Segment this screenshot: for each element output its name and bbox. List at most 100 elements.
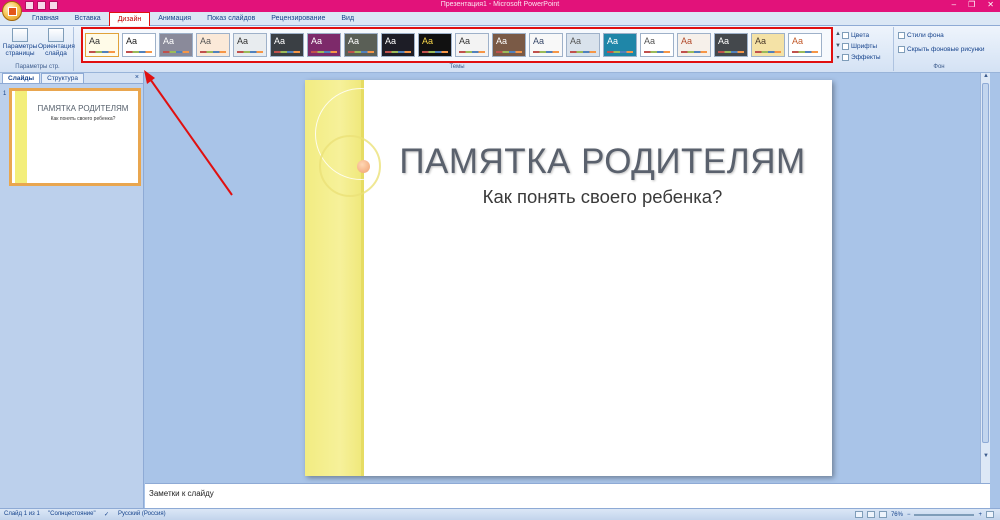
tab-review[interactable]: Рецензирование [263,12,333,26]
theme-aa-label: Aa [200,36,212,46]
theme-thumbnail[interactable]: Aa [196,33,230,57]
theme-color-bar [126,51,152,53]
theme-aa-label: Aa [570,36,582,46]
background-styles-button[interactable]: Стили фона [898,30,985,41]
vertical-scrollbar[interactable]: ▲ ▼ [980,73,990,483]
theme-thumbnail[interactable]: Aa [159,33,193,57]
tab-home[interactable]: Главная [24,12,67,26]
theme-options: Цвета Шрифты Эффекты [842,30,892,63]
slides-pane: Слайды Структура × 1 ПАМЯТКА РОДИТЕЛЯМ К… [0,73,144,508]
theme-color-bar [644,51,670,53]
tab-outline[interactable]: Структура [41,73,84,83]
tab-slides[interactable]: Слайды [2,73,41,83]
slide-orientation-button[interactable]: Ориентация слайда [38,27,75,57]
tab-design[interactable]: Дизайн [108,12,151,26]
pane-close-icon[interactable]: × [135,74,139,81]
theme-aa-label: Aa [237,36,249,46]
spellcheck-icon[interactable]: ✓ [104,511,109,518]
slide-sorter-icon[interactable] [866,511,875,518]
theme-color-bar [89,51,115,53]
theme-fonts-button[interactable]: Шрифты [842,41,892,52]
status-right: 76% − + [854,511,994,518]
slideshow-icon[interactable] [878,511,887,518]
theme-color-bar [237,51,263,53]
normal-view-icon[interactable] [854,511,863,518]
theme-thumbnail[interactable]: Aa [714,33,748,57]
theme-aa-label: Aa [718,36,730,46]
theme-aa-label: Aa [311,36,323,46]
scroll-up-icon[interactable]: ▲ [981,73,991,79]
zoom-slider[interactable] [914,513,975,516]
thumbnail-stripe [15,91,27,183]
hide-background-graphics-checkbox[interactable]: Скрыть фоновые рисунки [898,44,985,55]
tab-animation[interactable]: Анимация [150,12,199,26]
status-language[interactable]: Русский (Россия) [118,511,166,517]
theme-color-bar [311,51,337,53]
theme-effects-button[interactable]: Эффекты [842,52,892,63]
slide-canvas: ПАМЯТКА РОДИТЕЛЯМ Как понять своего ребе… [145,73,990,483]
theme-thumbnail[interactable]: Aa [529,33,563,57]
theme-thumbnail[interactable]: Aa [122,33,156,57]
theme-thumbnail[interactable]: Aa [344,33,378,57]
close-button[interactable]: ✕ [987,0,994,9]
theme-thumbnail[interactable]: Aa [603,33,637,57]
theme-color-bar [496,51,522,53]
theme-color-bar [607,51,633,53]
theme-color-bar [459,51,485,53]
slide[interactable]: ПАМЯТКА РОДИТЕЛЯМ Как понять своего ребе… [305,80,832,476]
theme-thumbnail[interactable]: Aa [677,33,711,57]
theme-aa-label: Aa [422,36,434,46]
theme-thumbnail[interactable]: Aa [233,33,267,57]
theme-thumbnail[interactable]: Aa [85,33,119,57]
themes-group-label: Темы [449,64,465,70]
themes-gallery: Aa Aa Aa Aa Aa Aa Aa Aa Aa Aa Aa Aa Aa Aa Aa Aa Aa Aa Aa Aa [81,27,833,63]
theme-thumbnail[interactable]: Aa [455,33,489,57]
tab-slideshow[interactable]: Показ слайдов [199,12,263,26]
themes-scroll[interactable]: ▲ ▼ ▾ [835,28,841,64]
zoom-level[interactable]: 76% [891,512,903,518]
slide-subtitle[interactable]: Как понять своего ребенка? [373,186,832,208]
theme-color-bar [274,51,300,53]
theme-thumbnail[interactable]: Aa [492,33,526,57]
tab-insert[interactable]: Вставка [67,12,109,26]
decor-dot [357,160,370,173]
theme-thumbnail[interactable]: Aa [751,33,785,57]
theme-thumbnail[interactable]: Aa [566,33,600,57]
office-button[interactable] [2,1,22,21]
theme-thumbnail[interactable]: Aa [640,33,674,57]
theme-thumbnail[interactable]: Aa [788,33,822,57]
title-bar: Презентация1 - Microsoft PowerPoint – ❐ … [0,0,1000,12]
theme-thumbnail[interactable]: Aa [418,33,452,57]
theme-aa-label: Aa [533,36,545,46]
page-setup-button[interactable]: Параметры страницы [2,27,38,57]
zoom-in-icon[interactable]: + [978,512,982,518]
theme-aa-label: Aa [274,36,286,46]
maximize-button[interactable]: ❐ [968,0,975,9]
scroll-thumb[interactable] [982,83,989,443]
theme-aa-label: Aa [755,36,767,46]
theme-thumbnail[interactable]: Aa [270,33,304,57]
notes-area[interactable]: Заметки к слайду [145,483,990,508]
colors-icon [842,32,849,39]
ribbon: Параметры страницы Ориентация слайда Пар… [0,26,1000,73]
theme-aa-label: Aa [126,36,138,46]
tab-view[interactable]: Вид [333,12,362,26]
page-setup-group-label: Параметры стр. [15,64,60,70]
fit-window-icon[interactable] [986,511,994,518]
ribbon-tabs: Главная Вставка Дизайн Анимация Показ сл… [0,12,1000,26]
theme-color-bar [422,51,448,53]
scroll-down-icon[interactable]: ▼ [981,453,991,459]
theme-colors-button[interactable]: Цвета [842,30,892,41]
theme-aa-label: Aa [681,36,693,46]
minimize-button[interactable]: – [952,0,956,9]
slide-title[interactable]: ПАМЯТКА РОДИТЕЛЯМ [373,142,832,182]
theme-thumbnail[interactable]: Aa [381,33,415,57]
theme-color-bar [570,51,596,53]
theme-color-bar [755,51,781,53]
theme-aa-label: Aa [348,36,360,46]
zoom-out-icon[interactable]: − [907,512,911,518]
theme-color-bar [681,51,707,53]
slide-thumbnail[interactable]: ПАМЯТКА РОДИТЕЛЯМ Как понять своего ребе… [9,88,141,186]
window-title: Презентация1 - Microsoft PowerPoint [440,1,560,8]
theme-thumbnail[interactable]: Aa [307,33,341,57]
